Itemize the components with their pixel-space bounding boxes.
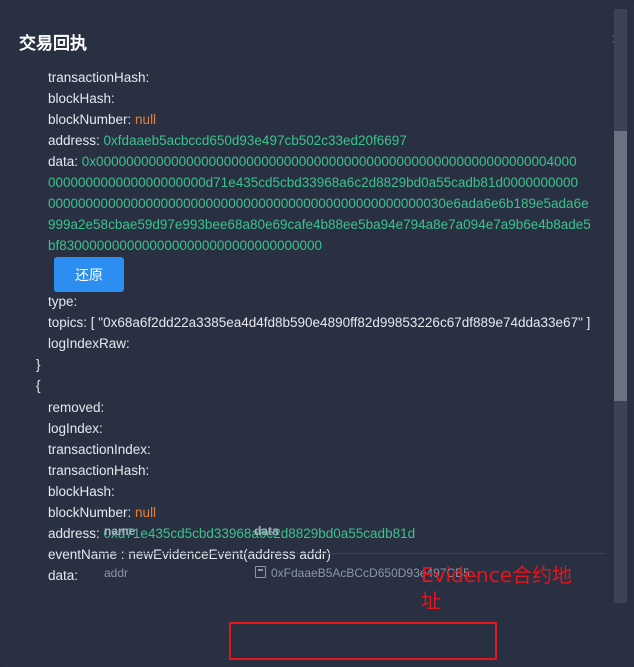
block-hash-key: blockHash: (48, 91, 115, 106)
block-number-value: null (135, 112, 157, 127)
type-key: type: (48, 294, 78, 309)
data-key: data: (48, 154, 79, 169)
table-cell-name: addr (104, 566, 129, 580)
transaction-hash-key: transactionHash: (48, 70, 150, 85)
closing-brace: } (36, 357, 41, 372)
transaction-index-key: transactionIndex: (48, 442, 151, 457)
data-value-line: 0x00000000000000000000000000000000000000… (81, 154, 577, 169)
address-key: address: (48, 133, 100, 148)
transaction-receipt-dialog: 交易回执 × transactionHash: blockHash: block… (0, 0, 634, 667)
dialog-title: 交易回执 (19, 34, 87, 54)
restore-button[interactable]: 还原 (54, 257, 124, 292)
block-number-row: blockNumber: null (48, 109, 156, 130)
data-value-line: 999a2e58cbae59d97e993bee68a80e69cafe4b88… (48, 217, 591, 232)
data-value-line: bf83000000000000000000000000000000000 (48, 238, 323, 253)
annotation-label: Evidence合约地址 (421, 563, 573, 613)
data-key: data: (48, 568, 79, 583)
data-value-line: 0000000000000000000000000000000000000000… (48, 196, 589, 211)
address-value: 0xfdaaeb5acbccd650d93e497cb502c33ed20f66… (103, 133, 407, 148)
table-header-name: name (104, 524, 136, 538)
block-hash-key: blockHash: (48, 484, 115, 499)
scrollbar-thumb[interactable] (614, 131, 627, 401)
table-header-data: data (254, 524, 279, 538)
topics-key: topics: (48, 315, 88, 330)
topics-row: topics: [ "0x68a6f2dd22a3385ea4d4fd8b590… (48, 312, 590, 333)
address-row: address: 0xfdaaeb5acbccd650d93e497cb502c… (48, 130, 407, 151)
transaction-hash-key: transactionHash: (48, 463, 150, 478)
block-number-key: blockNumber: (48, 112, 132, 127)
data-value-line: 000000000000000000000d71e435cd5cbd33968a… (48, 175, 579, 190)
topics-value: [ "0x68a6f2dd22a3385ea4d4fd8b590e4890ff8… (90, 315, 591, 330)
data-row: data: 0x00000000000000000000000000000000… (48, 151, 577, 172)
copy-icon[interactable] (255, 566, 266, 578)
table-header-divider (92, 553, 606, 554)
removed-key: removed: (48, 400, 105, 415)
opening-brace: { (36, 378, 41, 393)
highlight-box (229, 622, 497, 660)
log-index-raw-key: logIndexRaw: (48, 336, 130, 351)
log-index-key: logIndex: (48, 421, 103, 436)
